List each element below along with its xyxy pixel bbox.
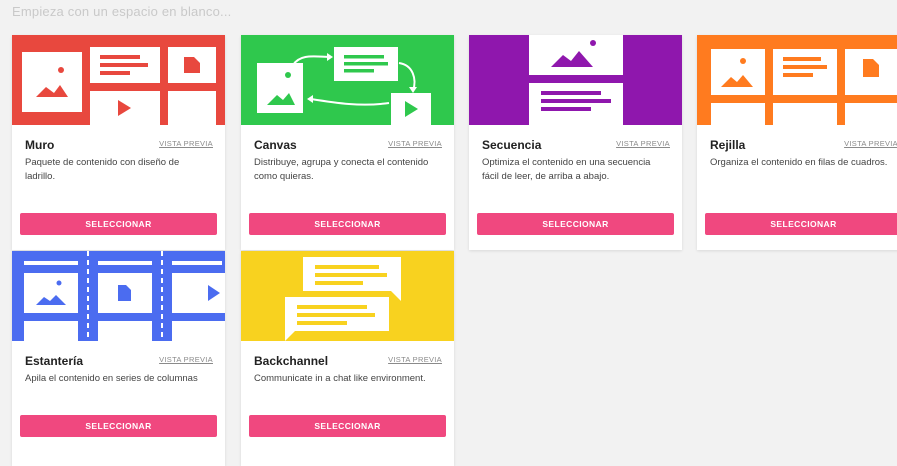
card-canvas[interactable]: Canvas VISTA PREVIA Distribuye, agrupa y…	[241, 35, 454, 250]
card-description: Organiza el contenido en filas de cuadro…	[710, 157, 888, 168]
preview-link[interactable]: VISTA PREVIA	[159, 355, 213, 364]
preview-link[interactable]: VISTA PREVIA	[388, 355, 442, 364]
grid-layout-illustration	[697, 35, 897, 125]
card-secuencia[interactable]: Secuencia VISTA PREVIA Optimiza el conte…	[469, 35, 682, 250]
card-backchannel[interactable]: Backchannel VISTA PREVIA Communicate in …	[241, 251, 454, 466]
stream-layout-illustration	[469, 35, 682, 125]
shelf-layout-illustration	[12, 251, 225, 341]
card-title: Backchannel	[254, 354, 329, 368]
card-description: Distribuye, agrupa y conecta el contenid…	[254, 157, 429, 182]
card-title: Estantería	[25, 354, 84, 368]
intro-heading: Empieza con un espacio en blanco...	[12, 4, 232, 19]
preview-link[interactable]: VISTA PREVIA	[159, 139, 213, 148]
card-description: Optimiza el contenido en una secuencia f…	[482, 157, 651, 182]
preview-link[interactable]: VISTA PREVIA	[844, 139, 897, 148]
select-button[interactable]: SELECCIONAR	[20, 415, 217, 437]
card-title: Rejilla	[710, 138, 746, 152]
card-title: Secuencia	[482, 138, 542, 152]
card-title: Muro	[25, 138, 55, 152]
wall-layout-illustration	[12, 35, 225, 125]
card-title: Canvas	[254, 138, 297, 152]
card-description: Paquete de contenido con diseño de ladri…	[25, 157, 180, 182]
card-description: Apila el contenido en series de columnas	[25, 373, 198, 384]
select-button[interactable]: SELECCIONAR	[249, 213, 446, 235]
chat-layout-illustration	[241, 251, 454, 341]
canvas-layout-illustration	[241, 35, 454, 125]
select-button[interactable]: SELECCIONAR	[477, 213, 674, 235]
preview-link[interactable]: VISTA PREVIA	[616, 139, 670, 148]
card-muro[interactable]: Muro VISTA PREVIA Paquete de contenido c…	[12, 35, 225, 250]
select-button[interactable]: SELECCIONAR	[20, 213, 217, 235]
preview-link[interactable]: VISTA PREVIA	[388, 139, 442, 148]
card-description: Communicate in a chat like environment.	[254, 373, 426, 384]
select-button[interactable]: SELECCIONAR	[705, 213, 897, 235]
card-estanteria[interactable]: Estantería VISTA PREVIA Apila el conteni…	[12, 251, 225, 466]
card-rejilla[interactable]: Rejilla VISTA PREVIA Organiza el conteni…	[697, 35, 897, 250]
select-button[interactable]: SELECCIONAR	[249, 415, 446, 437]
